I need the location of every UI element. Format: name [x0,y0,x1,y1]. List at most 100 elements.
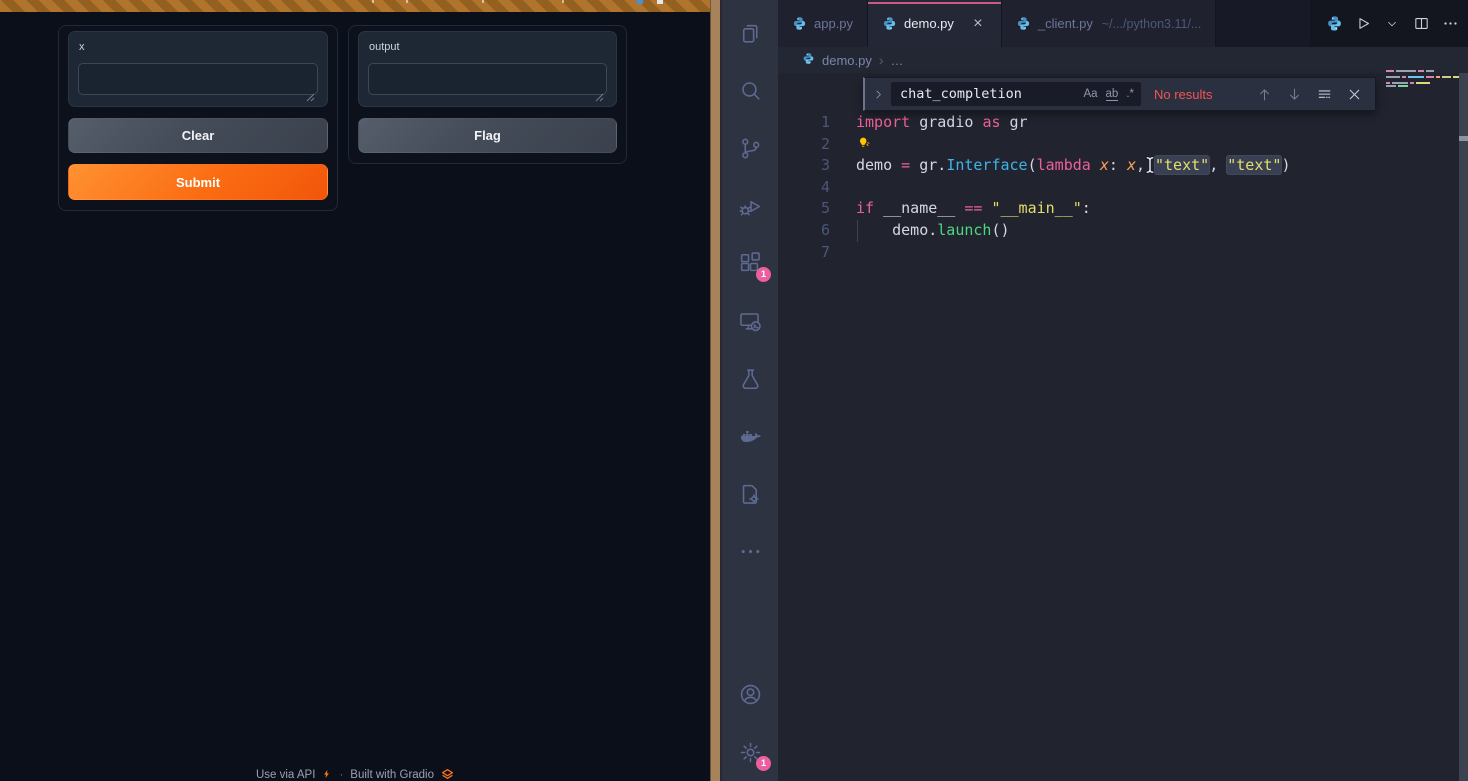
textbox-x-input[interactable] [78,63,318,95]
textbox-x-label: x [79,41,85,53]
tab-file-path: ~/.../python3.11/... [1102,17,1202,31]
code-line: 4 [778,177,1444,199]
use-via-api-link[interactable]: Use via API [256,768,315,781]
flag-button[interactable]: Flag [358,118,617,153]
breadcrumb[interactable]: demo.py › … [778,47,1468,73]
line-number: 2 [778,134,856,156]
mouse-ibeam-cursor [1145,156,1155,174]
textbox-output-input[interactable] [368,63,607,95]
split-editor-button[interactable] [1411,14,1431,34]
textbox-x-panel: x [68,31,328,107]
resize-handle-icon[interactable] [595,89,604,98]
line-number: 6 [778,220,856,242]
toggle-replace-chevron-icon[interactable] [865,88,891,101]
minimap-line [1386,82,1430,84]
python-env-icon [1324,14,1344,34]
run-python-file-button[interactable] [1353,14,1373,34]
badge: 1 [756,267,771,282]
breadcrumb-chevron-icon: › [879,52,884,68]
run-dropdown-chevron-icon[interactable] [1382,14,1402,34]
tabs: app.py demo.py × _client.py ~/.../python3.11… [778,0,1216,47]
code-line: 3demo = gr.Interface(lambda x: x,"text",… [778,155,1444,177]
activity-item-source-control[interactable] [722,128,778,168]
tab-label: demo.py [904,16,954,31]
editor-group: app.py demo.py × _client.py ~/.../python3.11… [778,0,1468,781]
tab-label: _client.py [1038,16,1093,31]
gradio-app-pane: x Clear Submit output Flag Use via API [0,0,710,781]
activity-item-search[interactable] [722,70,778,110]
activity-item-docker[interactable] [722,417,778,457]
line-number: 4 [778,177,856,199]
screen: x Clear Submit output Flag Use via API [0,0,1468,781]
activity-item-accounts[interactable] [722,674,778,714]
python-file-icon [882,16,897,31]
python-file-icon [1016,16,1031,31]
browser-chrome-fragment [637,0,643,4]
built-with-gradio-link[interactable]: Built with Gradio [350,768,434,781]
gradio-logo-icon [441,768,454,781]
code-line: 6 demo.launch() [778,220,1444,242]
whole-word-toggle[interactable]: ab [1106,88,1119,101]
line-number: 3 [778,155,856,177]
activity-item-more-views[interactable] [722,531,778,571]
minimap-line [1386,76,1460,78]
line-number: 7 [778,242,856,264]
activity-item-run-debug[interactable] [722,186,778,226]
more-actions-button[interactable] [1440,14,1460,34]
loading-progress-bar [0,0,710,12]
window-divider[interactable] [710,0,722,781]
find-results-status: No results [1154,87,1213,102]
vscode-window: 11 app.pydemo.py×_client.py~/.../python3… [722,0,1468,781]
lightbulb-icon[interactable] [856,135,872,152]
minimap-line [1386,85,1408,87]
textbox-output-panel: output [358,31,617,107]
code-editor[interactable]: 1import gradio as gr23demo = gr.Interfac… [778,112,1444,263]
code-line: 1import gradio as gr [778,112,1444,134]
code-line: 2 [778,134,1444,156]
activity-bar: 11 [722,0,778,781]
code-line: 5if __name__ == "__main__": [778,198,1444,220]
activity-item-explorer[interactable] [722,13,778,53]
textbox-output-label: output [369,41,400,53]
scrollbar-mark [1459,136,1468,141]
tab-app.py[interactable]: app.py [778,0,868,47]
find-input-box: Aa ab .* [891,82,1141,106]
output-column: output Flag [348,25,627,164]
match-case-toggle[interactable]: Aa [1083,88,1097,100]
close-find-button[interactable] [1346,86,1363,103]
tab-demo.py[interactable]: demo.py × [868,0,1002,47]
scrollbar-strip[interactable] [1459,73,1468,781]
python-file-icon [792,16,807,31]
activity-item-testing[interactable] [722,359,778,399]
submit-button[interactable]: Submit [68,164,328,200]
activity-item-extensions[interactable]: 1 [722,243,778,283]
minimap[interactable] [1386,70,1452,94]
python-file-icon [802,52,815,68]
activity-item-cmake-tools[interactable] [722,474,778,514]
indent-guide [857,220,858,242]
activity-item-remote-explorer[interactable] [722,301,778,341]
breadcrumb-file[interactable]: demo.py [822,53,872,68]
gradio-footer: Use via API · Built with Gradio [0,768,710,781]
next-match-button[interactable] [1286,86,1303,103]
tab-bar: app.py demo.py × _client.py ~/.../python3.11… [778,0,1468,47]
minimap-line [1386,70,1434,72]
find-widget: Aa ab .* No results [863,77,1376,111]
tab-_client.py[interactable]: _client.py ~/.../python3.11/... [1002,0,1216,47]
previous-match-button[interactable] [1256,86,1273,103]
resize-handle-icon[interactable] [306,89,315,98]
tab-close-icon[interactable]: × [969,15,987,33]
badge: 1 [756,756,771,771]
find-input[interactable] [898,85,1075,103]
clear-button[interactable]: Clear [68,118,328,153]
line-number: 5 [778,198,856,220]
api-zap-icon [322,768,332,781]
browser-chrome-fragment [657,0,663,4]
activity-item-settings[interactable]: 1 [722,732,778,772]
breadcrumb-symbol[interactable]: … [891,53,904,68]
find-in-selection-button[interactable] [1316,86,1333,103]
input-column: x Clear Submit [58,25,338,211]
code-line: 7 [778,242,1444,264]
tab-label: app.py [814,16,853,31]
regex-toggle[interactable]: .* [1126,88,1134,100]
